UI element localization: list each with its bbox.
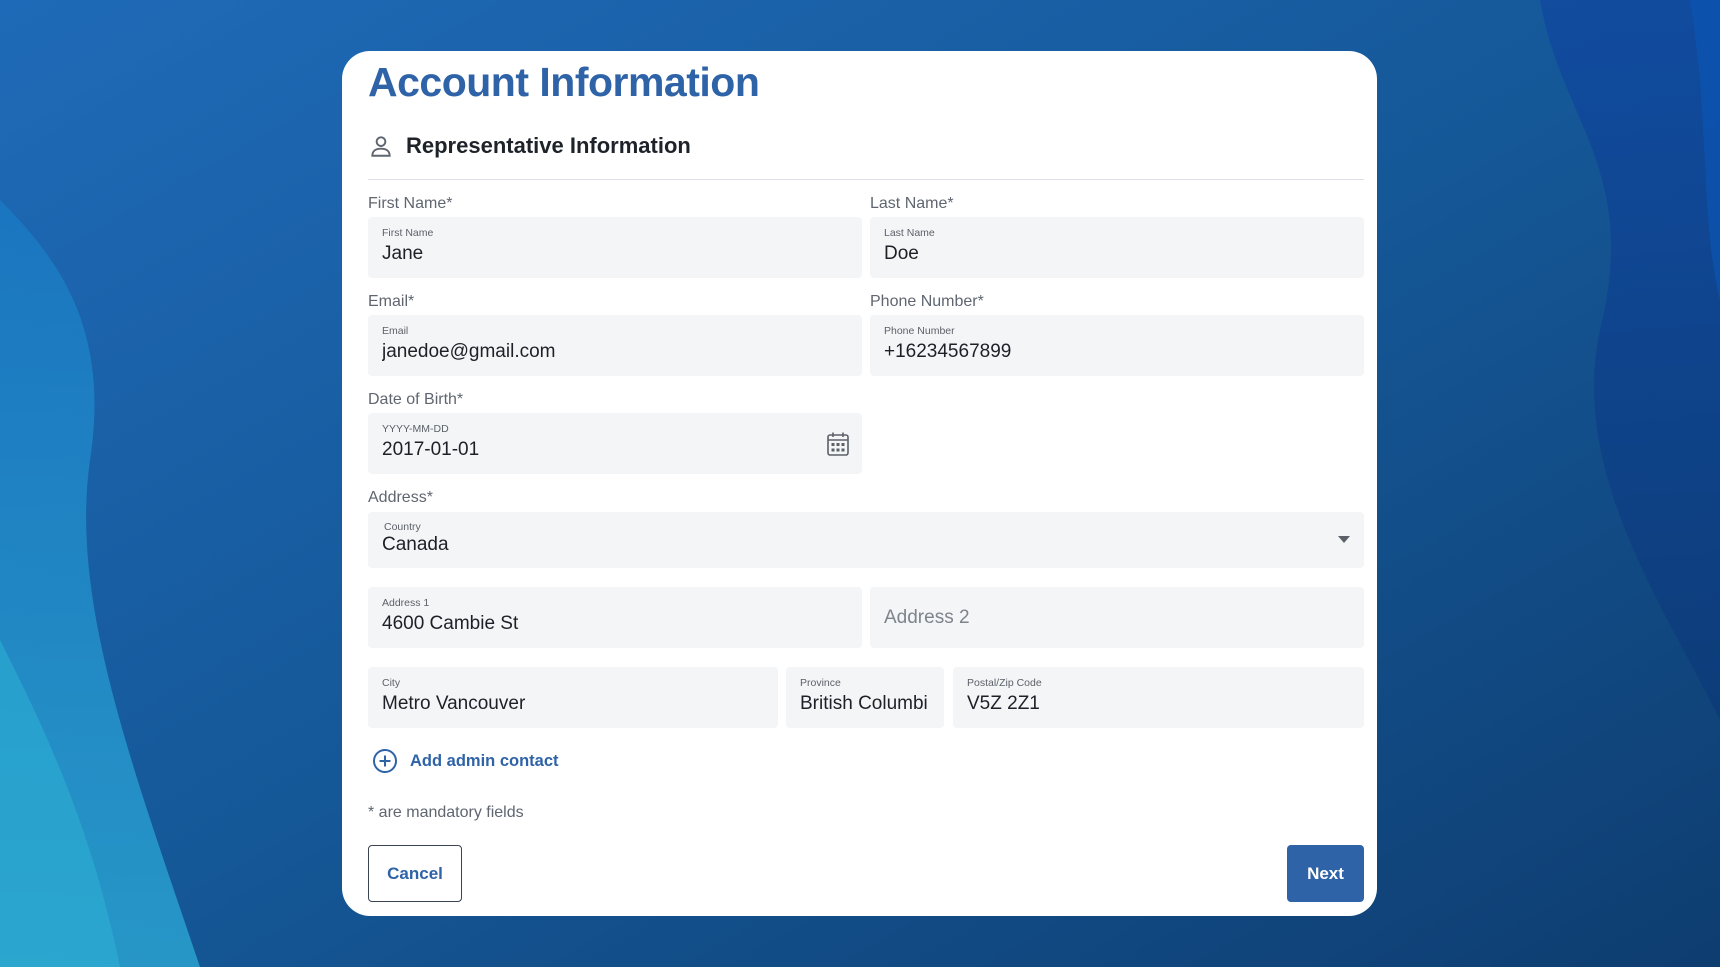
add-admin-contact-button[interactable]: Add admin contact (372, 748, 559, 774)
country-select[interactable]: Country Canada (368, 512, 1364, 568)
section-header: Representative Information (368, 133, 691, 159)
address-label: Address* (368, 489, 433, 506)
province-value: British Columbi (800, 693, 928, 714)
province-field-label: Province (800, 677, 841, 689)
address2-field[interactable]: Address 2 (870, 587, 1364, 648)
mandatory-fields-note: * are mandatory fields (368, 804, 524, 821)
postal-code-field-label: Postal/Zip Code (967, 677, 1042, 689)
dob-value: 2017-01-01 (382, 439, 480, 460)
province-field[interactable]: Province British Columbi (786, 667, 944, 728)
first-name-field[interactable]: First Name Jane (368, 217, 862, 278)
section-divider (368, 179, 1364, 180)
plus-circle-icon (373, 749, 397, 773)
add-admin-contact-label: Add admin contact (410, 751, 559, 770)
email-label: Email* (368, 293, 415, 310)
address1-field-label: Address 1 (382, 597, 430, 609)
address2-placeholder: Address 2 (884, 607, 970, 628)
phone-field[interactable]: Phone Number +16234567899 (870, 315, 1364, 376)
last-name-value: Doe (884, 243, 919, 264)
postal-code-value: V5Z 2Z1 (967, 693, 1040, 714)
calendar-icon[interactable] (826, 431, 850, 457)
email-field-label: Email (382, 325, 409, 337)
phone-value: +16234567899 (884, 341, 1012, 362)
address1-value: 4600 Cambie St (382, 613, 519, 634)
last-name-field-label: Last Name (884, 227, 935, 239)
city-field[interactable]: City Metro Vancouver (368, 667, 778, 728)
account-form-card: Account Information Representative Infor… (342, 51, 1377, 916)
last-name-label: Last Name* (870, 195, 954, 212)
email-value: janedoe@gmail.com (382, 341, 556, 362)
email-field[interactable]: Email janedoe@gmail.com (368, 315, 862, 376)
chevron-down-icon[interactable] (1338, 536, 1350, 543)
country-value: Canada (382, 534, 449, 555)
first-name-label: First Name* (368, 195, 453, 212)
address1-field[interactable]: Address 1 4600 Cambie St (368, 587, 862, 648)
dob-field-label: YYYY-MM-DD (382, 423, 449, 435)
dob-label: Date of Birth* (368, 391, 464, 408)
country-field-label: Country (384, 521, 421, 533)
section-title: Representative Information (406, 133, 691, 158)
city-value: Metro Vancouver (382, 693, 526, 714)
phone-field-label: Phone Number (884, 325, 955, 337)
phone-label: Phone Number* (870, 293, 984, 310)
last-name-field[interactable]: Last Name Doe (870, 217, 1364, 278)
first-name-value: Jane (382, 243, 424, 264)
first-name-field-label: First Name (382, 227, 434, 239)
city-field-label: City (382, 677, 401, 689)
cancel-button[interactable]: Cancel (368, 845, 462, 902)
postal-code-field[interactable]: Postal/Zip Code V5Z 2Z1 (953, 667, 1364, 728)
page-title: Account Information (368, 59, 760, 105)
dob-field[interactable]: YYYY-MM-DD 2017-01-01 (368, 413, 862, 474)
next-button[interactable]: Next (1287, 845, 1364, 902)
person-icon (371, 136, 391, 157)
